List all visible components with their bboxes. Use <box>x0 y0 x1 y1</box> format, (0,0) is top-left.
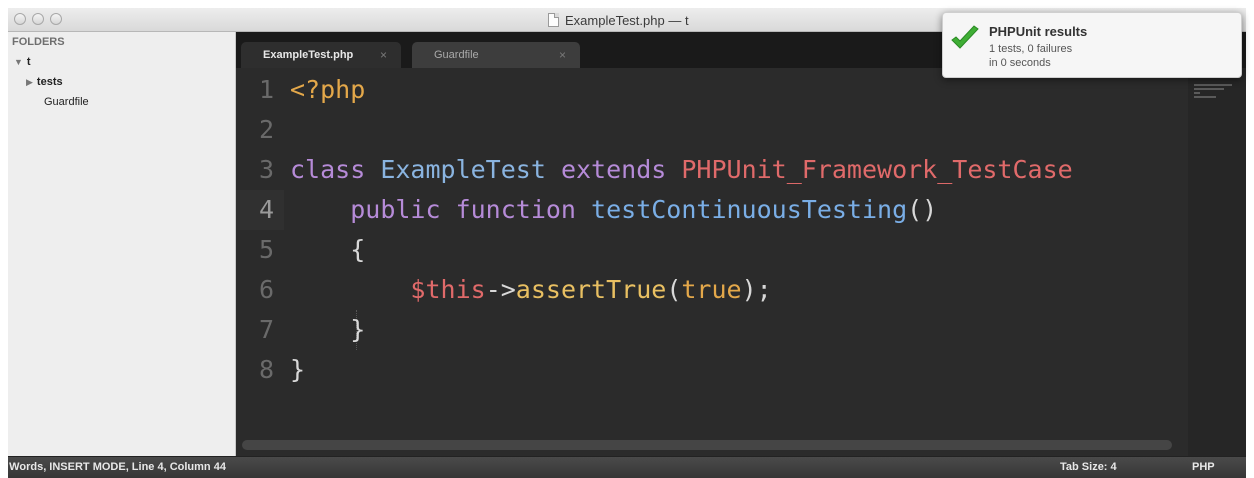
code-token: extends <box>560 155 682 184</box>
document-icon <box>548 13 559 27</box>
sidebar-item-guardfile[interactable]: Guardfile <box>44 96 89 108</box>
sidebar-header: FOLDERS <box>12 36 65 48</box>
code-token: } <box>290 315 366 344</box>
status-bar: 6 Words, INSERT MODE, Line 4, Column 44 … <box>8 456 1246 478</box>
line-number: 6 <box>258 275 274 304</box>
sidebar-item-tests[interactable]: ▶ tests <box>26 76 63 88</box>
window-title: ExampleTest.php — t <box>548 12 689 28</box>
close-tab-icon[interactable]: × <box>559 48 566 62</box>
status-position: 6 Words, INSERT MODE, Line 4, Column 44 <box>8 461 226 473</box>
line-number: 5 <box>258 235 274 264</box>
code-token: } <box>290 355 306 384</box>
line-number: 3 <box>258 155 274 184</box>
disclosure-closed-icon[interactable]: ▶ <box>26 77 33 88</box>
checkmark-icon <box>951 25 979 49</box>
code-text: } <box>290 350 305 390</box>
disclosure-open-icon[interactable]: ▼ <box>14 57 23 67</box>
line-number: 2 <box>258 115 274 144</box>
phpunit-notification[interactable]: PHPUnit results 1 tests, 0 failures in 0… <box>942 12 1242 78</box>
code-token: { <box>290 235 366 264</box>
code-token: $this <box>410 275 486 304</box>
line-number: 7 <box>258 315 274 344</box>
code-token: class <box>290 155 381 184</box>
code-text: { <box>290 230 365 270</box>
syntax-selector[interactable]: PHP <box>1192 461 1215 473</box>
notification-title: PHPUnit results <box>989 24 1088 39</box>
code-line[interactable]: 3 class ExampleTest extends PHPUnit_Frame… <box>236 150 1236 190</box>
code-text: public function testContinuousTesting() <box>290 190 937 230</box>
code-token: testContinuousTesting <box>591 195 908 224</box>
close-window-button[interactable] <box>14 13 26 25</box>
zoom-window-button[interactable] <box>50 13 62 25</box>
code-token: ); <box>741 275 772 304</box>
code-line[interactable]: 7 } <box>236 310 1236 350</box>
editor-window: ExampleTest.php — t FOLDERS ▼ t ▶ tests … <box>8 8 1246 478</box>
horizontal-scrollbar[interactable] <box>242 440 1172 450</box>
close-tab-icon[interactable]: × <box>380 48 387 62</box>
code-editor[interactable]: 1 <?php 2 3 class ExampleTest extends PHPUni… <box>236 68 1246 456</box>
notification-result: 1 tests, 0 failures <box>989 43 1073 55</box>
code-token: -> <box>485 275 516 304</box>
tab-guardfile[interactable]: Guardfile × <box>412 42 580 68</box>
tab-size-selector[interactable]: Tab Size: 4 <box>1060 461 1117 473</box>
code-line[interactable]: 8} <box>236 350 1236 390</box>
code-line[interactable]: 2 <box>236 110 1236 150</box>
code-text: <?php <box>290 70 365 110</box>
code-token: public <box>350 195 456 224</box>
code-token: PHPUnit_Framework_TestCase <box>681 155 1073 184</box>
code-line[interactable]: 4 public function testContinuousTesting(… <box>236 190 1236 230</box>
tab-exampletest[interactable]: ExampleTest.php × <box>241 42 401 68</box>
code-line[interactable]: 6 $this->assertTrue(true); <box>236 270 1236 310</box>
code-line[interactable]: 5 { <box>236 230 1236 270</box>
code-token: true <box>681 275 742 304</box>
line-number: 8 <box>258 355 274 384</box>
code-token: assertTrue <box>515 275 667 304</box>
code-token: <?php <box>290 75 366 104</box>
line-number: 1 <box>258 75 274 104</box>
code-text: class ExampleTest extends PHPUnit_Framew… <box>290 150 1073 190</box>
code-token: () <box>907 195 938 224</box>
minimize-window-button[interactable] <box>32 13 44 25</box>
sidebar: FOLDERS ▼ t ▶ tests Guardfile <box>8 32 236 456</box>
code-text: $this->assertTrue(true); <box>290 270 772 310</box>
code-token: function <box>455 195 592 224</box>
code-text: } <box>290 310 365 350</box>
code-token: ExampleTest <box>380 155 561 184</box>
sidebar-root-folder[interactable]: ▼ t <box>14 56 31 68</box>
line-number: 4 <box>258 195 274 224</box>
code-token: ( <box>666 275 682 304</box>
notification-duration: in 0 seconds <box>989 57 1051 69</box>
